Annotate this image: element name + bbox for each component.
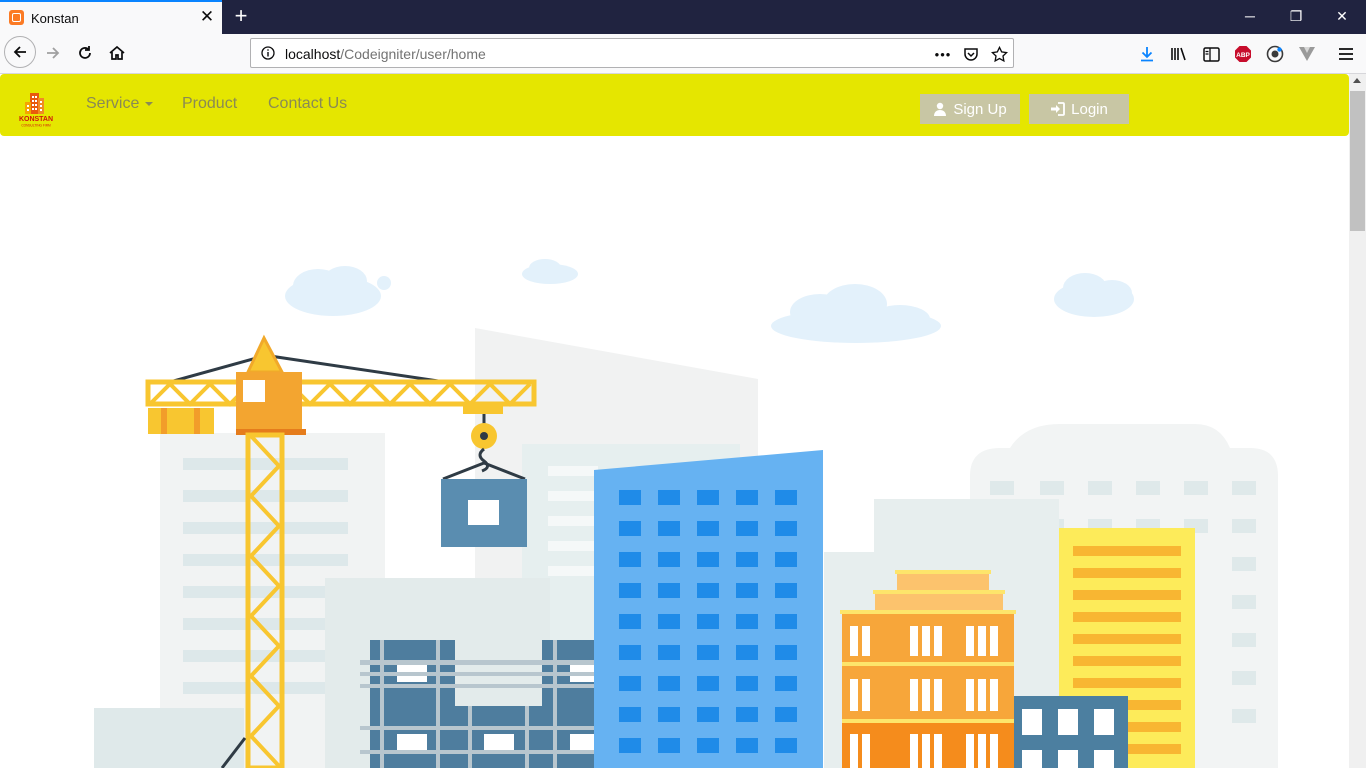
download-icon[interactable]	[1137, 44, 1157, 64]
pocket-icon[interactable]	[961, 44, 981, 64]
nav-product-link[interactable]: Product	[182, 95, 237, 113]
logo-tagline: CONSULTING FIRM	[21, 124, 51, 128]
nav-service-dropdown[interactable]: Service	[86, 95, 154, 113]
bg-building-base	[94, 708, 244, 768]
site-info-icon	[261, 46, 275, 60]
url-host: localhost	[285, 46, 341, 62]
nav-service-label: Service	[86, 95, 140, 112]
signup-label: Sign Up	[953, 100, 1007, 118]
konstan-logo[interactable]: KONSTAN CONSULTING FIRM	[14, 90, 58, 128]
tab-strip: Konstan ✕ + ─ ❐ ✕	[0, 0, 1366, 34]
scroll-up-arrow-icon[interactable]	[1353, 78, 1361, 83]
login-icon	[1051, 102, 1066, 116]
forward-arrow-icon	[47, 47, 60, 59]
forward-button[interactable]	[37, 37, 69, 69]
logo-text: KONSTAN	[19, 116, 53, 123]
back-arrow-icon	[13, 46, 26, 58]
clouds	[285, 259, 1134, 343]
vpn-icon[interactable]	[1297, 44, 1317, 64]
url-path: /Codeigniter/user/home	[340, 46, 486, 62]
adblock-icon[interactable]: ABP	[1233, 44, 1253, 64]
reload-button[interactable]	[69, 37, 101, 69]
site-header: KONSTAN CONSULTING FIRM Service Product …	[0, 74, 1349, 136]
tab-konstan[interactable]: Konstan ✕	[0, 0, 222, 34]
library-icon[interactable]	[1169, 44, 1189, 64]
page-actions-icon[interactable]: •••	[933, 44, 953, 64]
account-icon[interactable]	[1265, 44, 1285, 64]
login-label: Login	[1071, 100, 1108, 118]
window-close-button[interactable]: ✕	[1319, 0, 1365, 32]
navigation-toolbar: localhost/Codeigniter/user/home ••• ABP	[0, 34, 1366, 74]
address-bar[interactable]: localhost/Codeigniter/user/home •••	[250, 38, 1014, 68]
page-scrollbar[interactable]	[1349, 74, 1366, 768]
home-icon	[109, 45, 125, 60]
restore-button[interactable]: ❐	[1273, 0, 1319, 32]
user-icon	[934, 102, 947, 116]
minimize-button[interactable]: ─	[1227, 0, 1273, 32]
construction-city-illustration	[94, 259, 1278, 768]
tab-close-icon[interactable]: ✕	[199, 8, 215, 26]
sidebar-icon[interactable]	[1201, 44, 1221, 64]
bookmark-star-icon[interactable]	[989, 44, 1009, 64]
scrollbar-thumb[interactable]	[1350, 91, 1365, 231]
adblock-label: ABP	[1236, 52, 1250, 59]
nav-contact-link[interactable]: Contact Us	[268, 95, 347, 113]
back-button[interactable]	[4, 36, 36, 68]
signup-button[interactable]: Sign Up	[920, 94, 1020, 124]
xampp-favicon-icon	[9, 10, 24, 25]
home-button[interactable]	[101, 37, 133, 69]
reload-icon	[79, 46, 91, 59]
login-button[interactable]: Login	[1029, 94, 1129, 124]
new-tab-button[interactable]: +	[230, 4, 252, 28]
tab-title: Konstan	[31, 11, 79, 26]
menu-icon[interactable]	[1336, 44, 1356, 64]
caret-down-icon	[145, 101, 154, 106]
page-viewport: KONSTAN CONSULTING FIRM Service Product …	[0, 74, 1349, 768]
url-text[interactable]: localhost/Codeigniter/user/home	[285, 46, 486, 62]
